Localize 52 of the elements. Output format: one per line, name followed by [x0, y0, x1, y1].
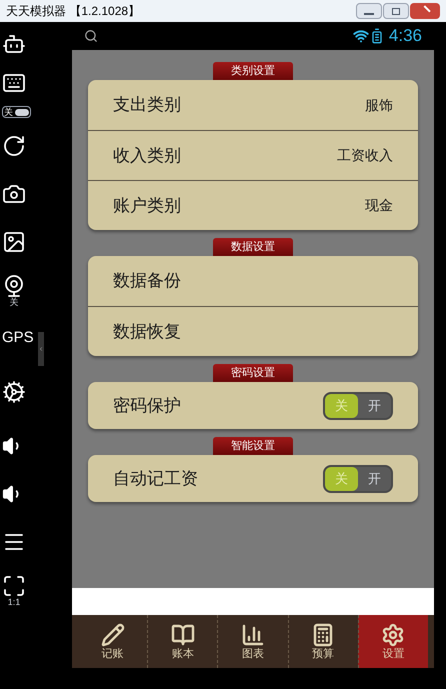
tab[interactable]: 记账	[78, 615, 148, 668]
camera-state-label: 关	[10, 298, 18, 306]
section-header: 类别设置	[213, 62, 293, 80]
settings-row[interactable]: 数据备份	[88, 256, 418, 306]
pencil-icon	[100, 623, 125, 647]
image-icon[interactable]	[2, 230, 26, 254]
settings-row[interactable]: 支出类别 服饰	[88, 80, 418, 130]
section-header: 密码设置	[213, 364, 293, 382]
webcam-icon[interactable]	[2, 274, 26, 298]
row-label: 自动记工资	[113, 468, 199, 490]
gps-button[interactable]: GPS	[2, 326, 34, 350]
row-value: 工资收入	[337, 146, 393, 165]
keyboard-icon[interactable]	[2, 71, 26, 95]
search-icon[interactable]	[84, 29, 98, 43]
android-icon[interactable]	[2, 32, 26, 56]
row-label: 密码保护	[113, 394, 182, 417]
row-label: 账户类别	[113, 194, 182, 217]
scale-label: 1:1	[8, 598, 20, 606]
settings-row[interactable]: 密码保护 关 开	[88, 382, 418, 429]
on-option: 开	[358, 466, 391, 490]
fit-screen-icon[interactable]	[2, 574, 26, 598]
maximize-button[interactable]	[383, 3, 409, 19]
toggle-switch[interactable]: 关 开	[323, 464, 393, 492]
row-value: 服饰	[365, 96, 393, 114]
row-label: 数据备份	[113, 270, 182, 292]
settings-row[interactable]: 自动记工资 关 开	[88, 455, 418, 502]
close-button[interactable]	[410, 3, 440, 19]
window-title: 天天模拟器 【1.2.1028】	[6, 3, 142, 20]
bar-chart-icon	[241, 623, 265, 647]
keyboard-switch[interactable]: 关	[2, 106, 31, 118]
rotate-icon[interactable]	[2, 134, 26, 158]
toggle-switch[interactable]: 关 开	[323, 392, 393, 420]
row-value: 现金	[365, 196, 393, 215]
wifi-icon	[352, 28, 369, 44]
collapse-handle[interactable]	[38, 332, 44, 366]
notebook-icon	[170, 623, 195, 647]
on-option: 开	[358, 394, 391, 418]
screenshot-icon[interactable]	[2, 182, 26, 206]
clock: 4:36	[388, 25, 422, 48]
tab[interactable]: 设置	[358, 615, 428, 668]
settings-icon	[381, 623, 406, 647]
section-header: 智能设置	[213, 437, 293, 455]
settings-row[interactable]: 数据恢复	[88, 306, 418, 356]
settings-row[interactable]: 收入类别 工资收入	[88, 130, 418, 180]
row-label: 数据恢复	[113, 320, 182, 343]
row-label: 支出类别	[113, 94, 182, 116]
off-option: 关	[325, 394, 358, 418]
off-option: 关	[325, 466, 358, 490]
row-label: 收入类别	[113, 144, 182, 167]
settings-row[interactable]: 账户类别 现金	[88, 180, 418, 230]
section-header: 数据设置	[213, 238, 293, 256]
minimize-button[interactable]	[356, 3, 382, 19]
